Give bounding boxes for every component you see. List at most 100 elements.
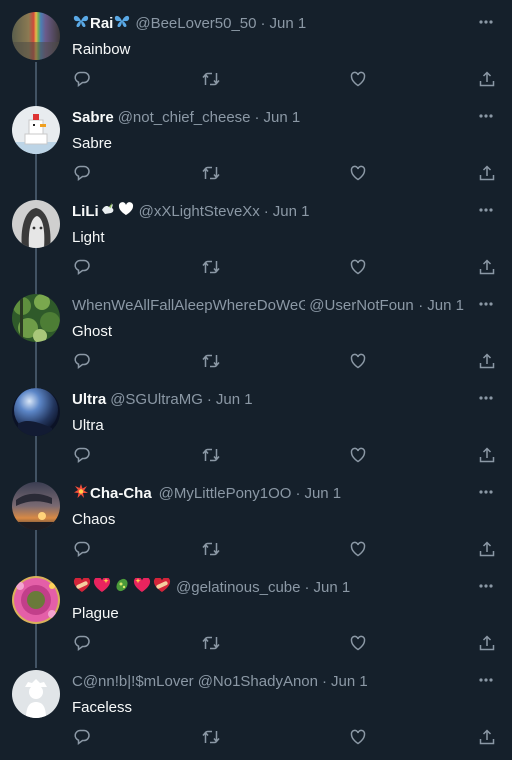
sketch-avatar[interactable] bbox=[12, 200, 60, 248]
flower-avatar[interactable] bbox=[12, 576, 60, 624]
more-icon[interactable] bbox=[478, 578, 494, 594]
more-icon[interactable] bbox=[478, 484, 494, 500]
share-icon[interactable] bbox=[478, 634, 498, 654]
user-handle[interactable]: @UserNotFound bbox=[309, 296, 414, 316]
default-avatar[interactable] bbox=[12, 670, 60, 718]
more-icon[interactable] bbox=[478, 672, 494, 688]
tweet-date[interactable]: Jun 1 bbox=[270, 14, 307, 34]
tweet-text: Ultra bbox=[72, 417, 104, 434]
user-handle[interactable]: @MyLittlePony1OO bbox=[159, 484, 292, 504]
foliage-avatar[interactable] bbox=[12, 294, 60, 342]
retweet-icon[interactable] bbox=[201, 446, 221, 466]
retweet-icon[interactable] bbox=[201, 540, 221, 560]
chicken-avatar[interactable] bbox=[12, 106, 60, 154]
separator: · bbox=[418, 297, 424, 314]
retweet-icon[interactable] bbox=[201, 70, 221, 90]
separator: · bbox=[254, 109, 260, 126]
reply-icon[interactable] bbox=[73, 352, 93, 372]
reply-icon[interactable] bbox=[73, 258, 93, 278]
user-handle[interactable]: @xXLightSteveXx bbox=[139, 202, 260, 222]
like-icon[interactable] bbox=[349, 352, 369, 372]
user-handle[interactable]: @BeeLover50_50 bbox=[135, 14, 256, 34]
tweet-date[interactable]: Jun 1 bbox=[313, 578, 350, 598]
display-name[interactable]: Rai bbox=[90, 14, 113, 34]
display-name[interactable]: LiLi bbox=[72, 202, 99, 222]
tweet-date[interactable]: Jun 1 bbox=[427, 296, 464, 316]
like-icon[interactable] bbox=[349, 446, 369, 466]
reply-icon[interactable] bbox=[73, 70, 93, 90]
like-icon[interactable] bbox=[349, 634, 369, 654]
separator: · bbox=[260, 15, 266, 32]
heart-bandage-emoji bbox=[153, 578, 171, 598]
retweet-icon[interactable] bbox=[201, 352, 221, 372]
tweet-date[interactable]: Jun 1 bbox=[304, 484, 341, 504]
sunset-avatar[interactable] bbox=[12, 482, 60, 530]
tweet-header: Sabre @not_chief_cheese · Jun 1 bbox=[72, 108, 464, 128]
separator: · bbox=[322, 673, 327, 690]
share-icon[interactable] bbox=[478, 540, 498, 560]
like-icon[interactable] bbox=[349, 70, 369, 90]
more-icon[interactable] bbox=[478, 14, 494, 30]
tweet-actions bbox=[72, 634, 500, 654]
more-icon[interactable] bbox=[478, 296, 494, 312]
user-handle[interactable]: @not_chief_cheese bbox=[118, 108, 251, 128]
tweet-date[interactable]: Jun 1 bbox=[264, 108, 301, 128]
tweet-header: @gelatinous_cube · Jun 1 bbox=[72, 578, 464, 598]
separator: · bbox=[304, 579, 310, 596]
share-icon[interactable] bbox=[478, 70, 498, 90]
tweet-actions bbox=[72, 352, 500, 372]
white-heart-emoji bbox=[118, 202, 134, 222]
tweet-text: Light bbox=[72, 229, 105, 246]
share-icon[interactable] bbox=[478, 258, 498, 278]
reply-icon[interactable] bbox=[73, 446, 93, 466]
reply-icon[interactable] bbox=[73, 164, 93, 184]
user-handle[interactable]: @No1ShadyAnon bbox=[198, 672, 318, 692]
retweet-icon[interactable] bbox=[201, 728, 221, 748]
tweet-item[interactable]: Cha-Cha @MyLittlePony1OO · Jun 1 Chaos bbox=[0, 470, 512, 564]
display-name[interactable]: C@nn!b|!$mLover bbox=[72, 672, 194, 692]
butterfly-emoji bbox=[114, 14, 130, 34]
retweet-icon[interactable] bbox=[201, 258, 221, 278]
orb-avatar[interactable] bbox=[12, 388, 60, 436]
rainbow-avatar[interactable] bbox=[12, 12, 60, 60]
separator: · bbox=[295, 485, 301, 502]
tweet-item[interactable]: Rai @BeeLover50_50 · Jun 1 Rainbow bbox=[0, 0, 512, 94]
tweet-date[interactable]: Jun 1 bbox=[331, 672, 368, 692]
more-icon[interactable] bbox=[478, 202, 494, 218]
heart-bandage-emoji bbox=[73, 578, 91, 598]
reply-icon[interactable] bbox=[73, 634, 93, 654]
tweet-item[interactable]: LiLi @xXLightSteveXx · Jun 1 Light bbox=[0, 188, 512, 282]
retweet-icon[interactable] bbox=[201, 164, 221, 184]
display-name[interactable]: WhenWeAllFallAleepWhereDoWeGo bbox=[72, 296, 305, 316]
tweet-text: Faceless bbox=[72, 699, 133, 716]
tweet-item[interactable]: @gelatinous_cube · Jun 1 Plague bbox=[0, 564, 512, 658]
like-icon[interactable] bbox=[349, 258, 369, 278]
user-handle[interactable]: @SGUltraMG bbox=[110, 390, 203, 410]
user-handle[interactable]: @gelatinous_cube bbox=[176, 578, 300, 598]
display-name[interactable]: Ultra bbox=[72, 390, 106, 410]
more-icon[interactable] bbox=[478, 108, 494, 124]
share-icon[interactable] bbox=[478, 446, 498, 466]
reply-icon[interactable] bbox=[73, 540, 93, 560]
display-name[interactable]: Sabre bbox=[72, 108, 114, 128]
tweet-actions bbox=[72, 258, 500, 278]
tweet-text: Plague bbox=[72, 605, 119, 622]
reply-icon[interactable] bbox=[73, 728, 93, 748]
display-name[interactable]: Cha-Cha bbox=[90, 484, 152, 504]
like-icon[interactable] bbox=[349, 164, 369, 184]
tweet-item[interactable]: Sabre @not_chief_cheese · Jun 1 Sabre bbox=[0, 94, 512, 188]
tweet-item[interactable]: Ultra @SGUltraMG · Jun 1 Ultra bbox=[0, 376, 512, 470]
share-icon[interactable] bbox=[478, 164, 498, 184]
tweet-item[interactable]: C@nn!b|!$mLover @No1ShadyAnon · Jun 1 Fa… bbox=[0, 658, 512, 752]
like-icon[interactable] bbox=[349, 540, 369, 560]
more-icon[interactable] bbox=[478, 390, 494, 406]
share-icon[interactable] bbox=[478, 728, 498, 748]
microbe-emoji bbox=[113, 578, 131, 598]
retweet-icon[interactable] bbox=[201, 634, 221, 654]
tweet-date[interactable]: Jun 1 bbox=[273, 202, 310, 222]
tweet-text: Ghost bbox=[72, 323, 113, 340]
tweet-item[interactable]: WhenWeAllFallAleepWhereDoWeGo @UserNotFo… bbox=[0, 282, 512, 376]
tweet-date[interactable]: Jun 1 bbox=[216, 390, 253, 410]
share-icon[interactable] bbox=[478, 352, 498, 372]
like-icon[interactable] bbox=[349, 728, 369, 748]
